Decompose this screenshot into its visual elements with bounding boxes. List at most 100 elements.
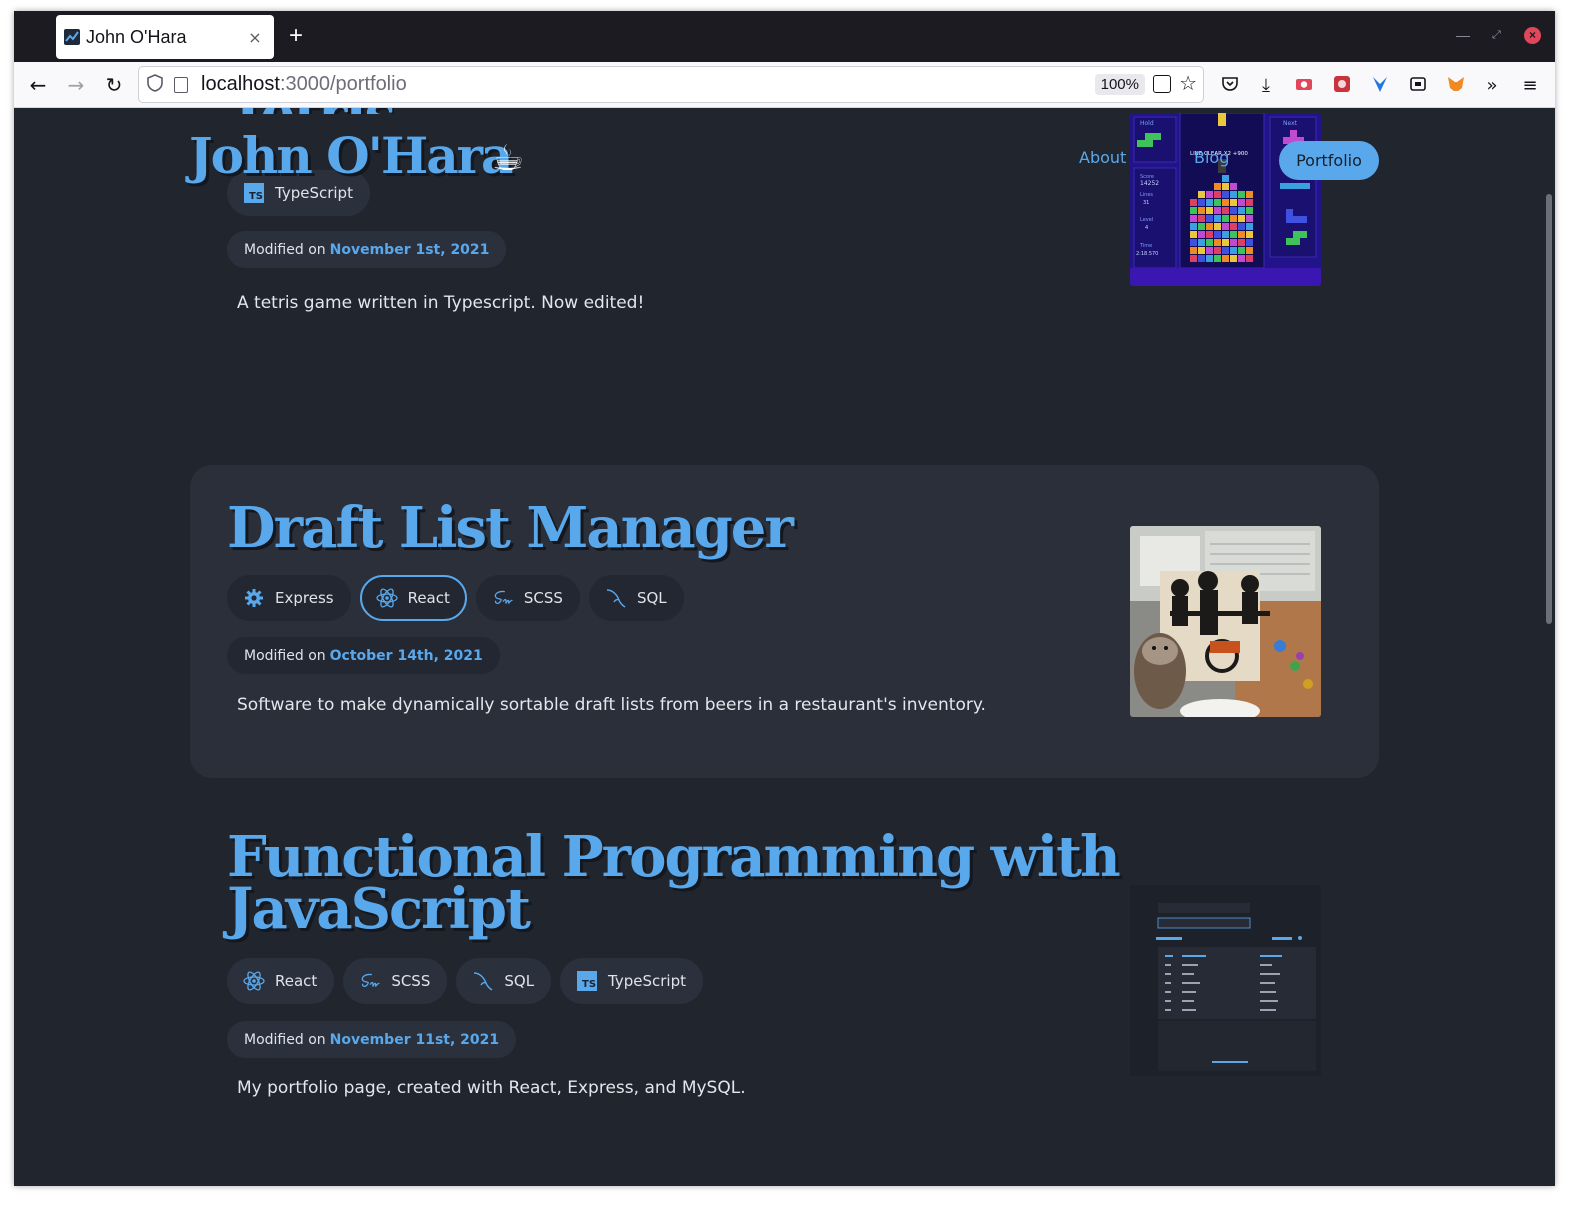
- nav-portfolio-link[interactable]: Portfolio: [1279, 141, 1379, 180]
- mysql-dolphin-icon: [472, 970, 494, 992]
- sass-icon: [359, 970, 381, 992]
- gear-icon: [243, 587, 265, 609]
- project-card-draft-list-manager[interactable]: Draft List Manager Express React SCSS SQ…: [190, 465, 1379, 778]
- url-text[interactable]: localhost:3000/portfolio: [201, 73, 407, 96]
- navigation-toolbar: ← → ↻ localhost:3000/portfolio 100% ☆ ⤓: [14, 62, 1555, 108]
- tag-scss[interactable]: SCSS: [343, 958, 448, 1004]
- site-logo[interactable]: John O'Hara: [189, 126, 513, 185]
- tetris-block: [1222, 231, 1229, 238]
- tab-strip: John O'Hara × + — ⤢ ×: [14, 11, 1555, 62]
- tetris-block: [1230, 255, 1237, 262]
- modified-prefix: Modified on: [244, 241, 326, 258]
- tetris-block: [1238, 255, 1245, 262]
- mysql-dolphin-icon: [605, 587, 627, 609]
- tab-close-icon[interactable]: ×: [246, 28, 264, 47]
- portfolio-screenshot[interactable]: [1130, 885, 1321, 1076]
- pocket-icon[interactable]: [1218, 74, 1242, 98]
- tetris-block: [1230, 231, 1237, 238]
- bookmark-star-icon[interactable]: ☆: [1179, 71, 1197, 95]
- zoom-level[interactable]: 100%: [1094, 74, 1145, 95]
- tetris-block: [1214, 207, 1221, 214]
- tetris-block: [1238, 239, 1245, 246]
- tetris-block: [1222, 255, 1229, 262]
- url-path: :3000/portfolio: [279, 73, 407, 95]
- tetris-block: [1214, 239, 1221, 246]
- tag-sql[interactable]: SQL: [456, 958, 552, 1004]
- new-tab-button[interactable]: +: [289, 23, 303, 49]
- minimize-icon[interactable]: —: [1456, 27, 1470, 43]
- tetris-block: [1206, 239, 1213, 246]
- reload-icon[interactable]: ↻: [101, 72, 127, 98]
- tetris-block: [1214, 215, 1221, 222]
- page-viewport: John O'Hara ☕ About Blog Portfolio Tetri…: [14, 108, 1555, 1186]
- time-label: Time: [1139, 243, 1152, 249]
- tetris-block: [1230, 207, 1237, 214]
- forward-arrow-icon[interactable]: →: [63, 72, 89, 98]
- tetris-block: [1214, 255, 1221, 262]
- modified-date: Modified on October 14th, 2021: [227, 637, 500, 674]
- project-title[interactable]: Functional Programming with JavaScript: [227, 829, 1127, 937]
- back-arrow-icon[interactable]: ←: [25, 72, 51, 98]
- tracking-shield-icon[interactable]: [147, 73, 165, 96]
- tetris-block: [1198, 255, 1205, 262]
- url-bar[interactable]: localhost:3000/portfolio 100% ☆: [138, 66, 1204, 103]
- modified-date: Modified on November 1st, 2021: [227, 231, 507, 268]
- app-menu-icon[interactable]: ≡: [1518, 74, 1542, 98]
- project-title[interactable]: Draft List Manager: [227, 500, 794, 556]
- tetris-block: [1222, 215, 1229, 222]
- tag-scss[interactable]: SCSS: [475, 575, 580, 621]
- tag-sql[interactable]: SQL: [588, 575, 684, 621]
- tetris-block: [1190, 239, 1197, 246]
- tetris-block: [1206, 231, 1213, 238]
- react-atom-icon: [243, 970, 265, 992]
- extension-icon-box[interactable]: [1406, 74, 1430, 98]
- page-info-icon[interactable]: [174, 76, 188, 93]
- project-description: A tetris game written in Typescript. Now…: [237, 293, 645, 313]
- tetris-block: [1246, 223, 1253, 230]
- restore-icon[interactable]: ⤢: [1492, 29, 1501, 42]
- typescript-icon: TS: [576, 970, 598, 992]
- close-window-icon[interactable]: ×: [1524, 27, 1541, 44]
- tetris-block: [1246, 239, 1253, 246]
- tag-label: SCSS: [523, 589, 563, 607]
- tetris-block: [1198, 247, 1205, 254]
- tetris-block: [1206, 207, 1213, 214]
- tetris-block: [1190, 207, 1197, 214]
- reader-view-icon[interactable]: [1153, 75, 1171, 93]
- extension-icon-red[interactable]: [1330, 74, 1354, 98]
- tetris-block: [1206, 223, 1213, 230]
- modified-date: Modified on November 11st, 2021: [227, 1021, 517, 1058]
- tetris-block: [1238, 247, 1245, 254]
- tag-label: TypeScript: [608, 972, 687, 990]
- tetris-block: [1238, 231, 1245, 238]
- nav-blog-link[interactable]: Blog: [1194, 148, 1229, 167]
- tetris-block: [1198, 223, 1205, 230]
- extension-icon-blue[interactable]: [1368, 74, 1392, 98]
- tetris-block: [1190, 255, 1197, 262]
- downloads-icon[interactable]: ⤓: [1254, 74, 1278, 98]
- tag-react[interactable]: React: [359, 575, 467, 621]
- scrollbar-thumb[interactable]: [1546, 194, 1552, 624]
- page-scrollbar[interactable]: [1543, 108, 1555, 1186]
- tetris-block: [1214, 223, 1221, 230]
- tag-express[interactable]: Express: [227, 575, 351, 621]
- tetris-block: [1198, 239, 1205, 246]
- tetris-block: [1198, 215, 1205, 222]
- project-card-functional-programming: Functional Programming with JavaScript R…: [190, 798, 1379, 1186]
- screenshot-extension-icon[interactable]: [1292, 74, 1316, 98]
- overflow-chevrons-icon[interactable]: »: [1480, 74, 1504, 98]
- browser-tab[interactable]: John O'Hara ×: [56, 15, 274, 59]
- tetris-block: [1222, 223, 1229, 230]
- nav-about-link[interactable]: About: [1079, 148, 1126, 167]
- tetris-block: [1246, 255, 1253, 262]
- tag-label: SCSS: [391, 972, 431, 990]
- tag-react[interactable]: React: [227, 958, 335, 1004]
- tetris-block: [1238, 223, 1245, 230]
- draft-list-photo[interactable]: [1130, 526, 1321, 717]
- tetris-block: [1214, 247, 1221, 254]
- tetris-block: [1190, 215, 1197, 222]
- metamask-fox-icon[interactable]: [1444, 74, 1468, 98]
- project-description: My portfolio page, created with React, E…: [237, 1078, 746, 1098]
- tab-title: John O'Hara: [86, 26, 187, 47]
- tag-typescript[interactable]: TS TypeScript: [560, 958, 704, 1004]
